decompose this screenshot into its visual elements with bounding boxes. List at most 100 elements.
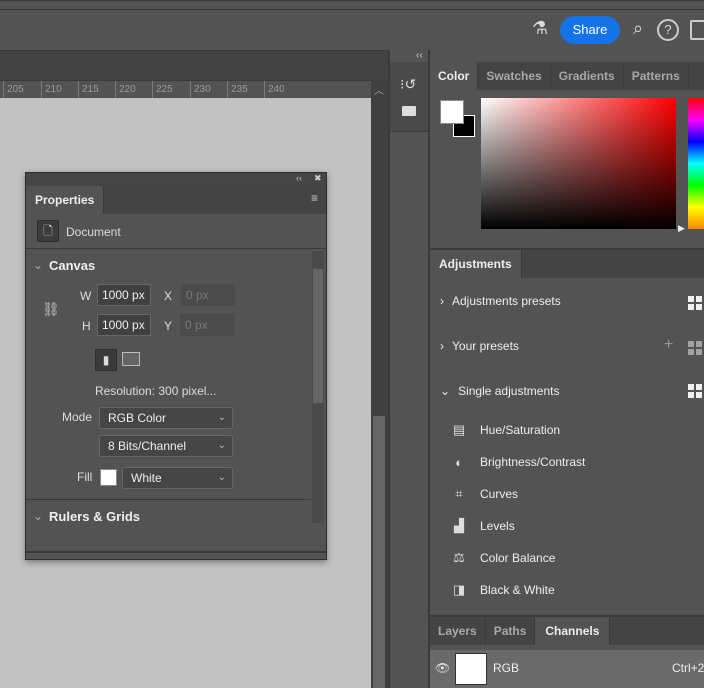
color-field[interactable] [481, 98, 676, 229]
document-tab-bar [0, 50, 388, 80]
tab-properties[interactable]: Properties [26, 186, 105, 214]
visibility-eye-icon[interactable]: 👁 [435, 661, 450, 675]
adj-hue-saturation[interactable]: ▤ Hue/Saturation [450, 420, 560, 440]
balance-icon: ⚖ [453, 550, 465, 565]
chevron-down-icon[interactable]: ⌄ [33, 258, 43, 272]
adj-label: Levels [480, 519, 515, 533]
ruler-tick: 220 [115, 81, 136, 99]
link-dimensions-icon[interactable]: ⛓ [42, 301, 60, 318]
properties-tabs: Properties [26, 186, 326, 214]
comment-icon[interactable] [402, 106, 416, 116]
chevron-right-icon: › [440, 294, 444, 308]
scrollbar-thumb[interactable] [373, 416, 385, 688]
panel-title-bar[interactable]: ‹‹ ✖ [26, 173, 326, 186]
rulers-grids-section-header[interactable]: Rulers & Grids [49, 509, 140, 524]
fill-select[interactable]: White ⌄ [122, 467, 233, 489]
landscape-orientation-button[interactable] [122, 352, 140, 366]
channel-row-rgb[interactable]: 👁 RGB Ctrl+2 [430, 650, 704, 688]
scrollbar-thumb[interactable] [313, 269, 323, 403]
workspace-icon[interactable] [690, 20, 704, 40]
add-preset-icon[interactable]: + [664, 336, 673, 354]
mode-select[interactable]: RGB Color ⌄ [99, 407, 233, 429]
adjustments-presets-row[interactable]: › Adjustments presets [440, 294, 561, 308]
bits-value: 8 Bits/Channel [108, 439, 187, 453]
section-label: Adjustments presets [452, 294, 561, 308]
adj-label: Brightness/Contrast [480, 455, 586, 469]
levels-icon: ▟ [454, 518, 464, 533]
channel-shortcut: Ctrl+2 [672, 661, 704, 675]
ruler-tick: 225 [152, 81, 173, 99]
bottom-panel-tabs: Layers Paths Channels [430, 617, 704, 645]
tab-color[interactable]: Color [430, 62, 479, 90]
grid-view-icon[interactable] [688, 296, 702, 310]
width-input[interactable]: 1000 px [97, 284, 151, 306]
bit-depth-select[interactable]: 8 Bits/Channel ⌄ [99, 435, 233, 457]
y-label: Y [164, 319, 173, 333]
tab-swatches[interactable]: Swatches [478, 62, 551, 90]
hue-slider[interactable] [688, 98, 704, 229]
ruler-tick: 205 [3, 81, 24, 99]
adj-levels[interactable]: ▟ Levels [450, 516, 515, 536]
mode-value: RGB Color [108, 411, 167, 425]
beaker-icon[interactable]: ⚗ [528, 18, 552, 39]
document-label: Document [66, 225, 121, 239]
black-white-icon: ◨ [452, 582, 466, 597]
adjustments-tabs: Adjustments [430, 250, 704, 278]
hue-saturation-icon: ▤ [452, 422, 466, 437]
chevron-down-icon: ⌄ [217, 472, 226, 483]
adj-label: Color Balance [480, 551, 556, 565]
adj-black-white[interactable]: ◨ Black & White [450, 580, 555, 600]
mode-label: Mode [62, 410, 93, 424]
y-input: 0 px [180, 314, 234, 336]
collapse-icon[interactable]: ‹‹ [296, 173, 302, 183]
foreground-color-swatch[interactable] [440, 100, 464, 124]
close-icon[interactable]: ✖ [314, 173, 322, 184]
x-input: 0 px [181, 284, 235, 306]
panel-icon-column: ‹‹ ⁝↺ [388, 50, 430, 688]
panel-menu-icon[interactable]: ≡ [311, 191, 318, 205]
ruler-tick: 235 [227, 81, 248, 99]
grid-view-icon[interactable] [688, 384, 702, 398]
adj-curves[interactable]: ⌗ Curves [450, 484, 518, 504]
canvas-section-header[interactable]: Canvas [49, 258, 95, 273]
section-label: Single adjustments [458, 384, 560, 398]
adj-label: Black & White [480, 583, 555, 597]
chevron-down-icon: ⌄ [217, 412, 226, 423]
scroll-up-icon[interactable]: ︿ [374, 82, 384, 97]
collapse-icon[interactable]: ‹‹ [416, 50, 423, 61]
section-label: Your presets [452, 339, 519, 353]
resolution-text: Resolution: 300 pixel... [95, 384, 217, 398]
search-icon[interactable]: ⌕ [626, 18, 650, 39]
tab-layers[interactable]: Layers [430, 617, 486, 645]
fill-color-swatch[interactable] [100, 469, 117, 486]
adj-label: Hue/Saturation [480, 423, 561, 437]
adj-color-balance[interactable]: ⚖ Color Balance [450, 548, 555, 568]
horizontal-ruler: 205 210 215 220 225 230 235 240 [0, 80, 372, 99]
tab-paths[interactable]: Paths [486, 617, 536, 645]
chevron-down-icon[interactable]: ⌄ [33, 509, 43, 523]
hue-slider-handle[interactable]: ▶ [678, 223, 685, 234]
adj-brightness-contrast[interactable]: ◐ Brightness/Contrast [450, 452, 585, 472]
chevron-right-icon: › [440, 339, 444, 353]
resize-handle[interactable] [26, 551, 326, 553]
portrait-orientation-button[interactable]: ▮ [95, 349, 117, 371]
channel-thumbnail [455, 653, 487, 685]
ruler-tick: 240 [264, 81, 284, 99]
tab-channels[interactable]: Channels [535, 617, 611, 645]
share-button[interactable]: Share [560, 16, 620, 44]
height-input[interactable]: 1000 px [97, 314, 151, 336]
curves-icon: ⌗ [455, 486, 463, 501]
your-presets-row[interactable]: › Your presets [440, 339, 519, 353]
tab-gradients[interactable]: Gradients [551, 62, 624, 90]
tab-patterns[interactable]: Patterns [624, 62, 689, 90]
fill-value: White [131, 471, 162, 485]
single-adjustments-row[interactable]: ⌄ Single adjustments [440, 384, 559, 398]
tab-adjustments[interactable]: Adjustments [430, 250, 522, 278]
divider [0, 9, 704, 10]
history-icon[interactable]: ⁝↺ [400, 76, 416, 93]
x-label: X [164, 289, 173, 303]
help-icon[interactable]: ? [657, 19, 679, 41]
properties-scrollbar[interactable] [312, 251, 324, 523]
height-label: H [82, 319, 91, 333]
grid-view-icon[interactable] [688, 341, 702, 355]
